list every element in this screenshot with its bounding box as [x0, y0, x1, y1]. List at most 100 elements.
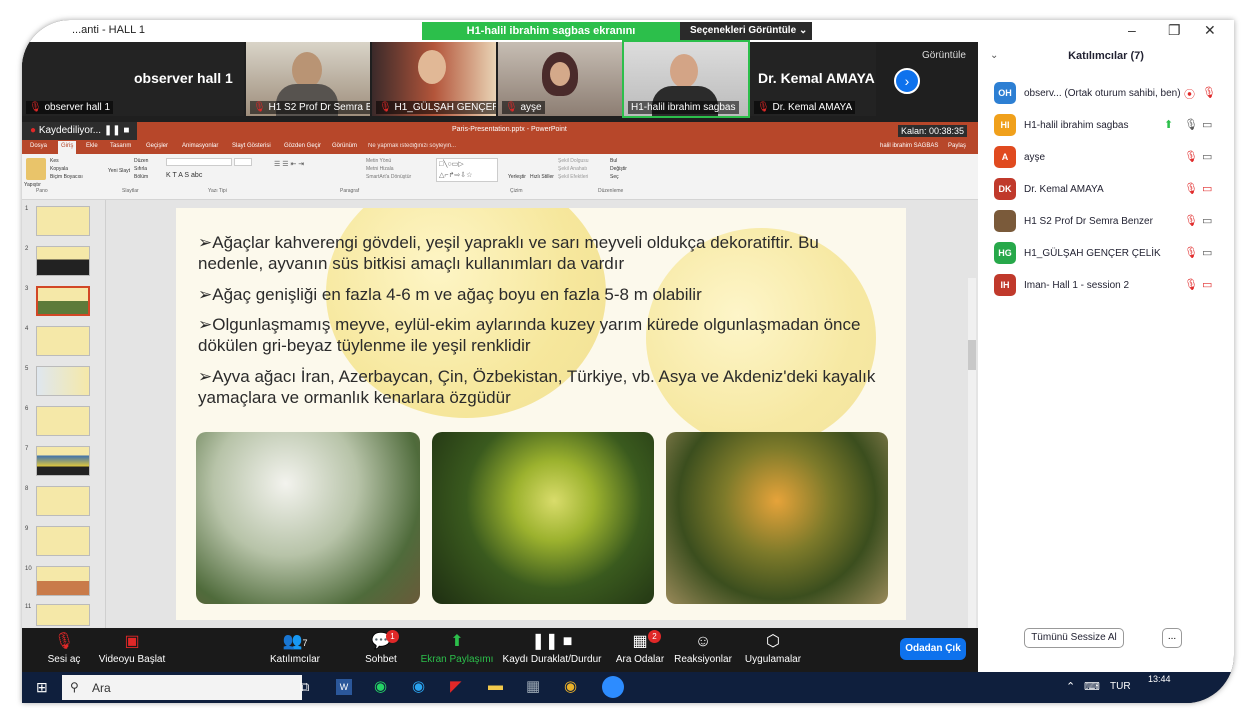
- calculator-icon[interactable]: ▦: [526, 677, 540, 695]
- slide-thumbnail[interactable]: [36, 406, 90, 436]
- cut-label[interactable]: Kes: [50, 158, 59, 164]
- slide-thumbnail-selected[interactable]: [36, 286, 90, 316]
- find-label[interactable]: Bul: [610, 158, 617, 164]
- text-direction-label[interactable]: Metin Yönü: [366, 158, 391, 164]
- minimize-icon[interactable]: –: [1128, 22, 1136, 38]
- video-tile[interactable]: 🎙 ayşe: [498, 42, 622, 116]
- slide-thumbnail[interactable]: [36, 246, 90, 276]
- mic-muted-icon[interactable]: 🎙: [1184, 278, 1198, 291]
- video-tile[interactable]: 🎙 H1_GÜLŞAH GENÇER ...: [372, 42, 496, 116]
- share-link[interactable]: Paylaş: [948, 143, 966, 149]
- tab-slayt-gosterisi[interactable]: Slayt Gösterisi: [232, 143, 271, 149]
- tab-gozden-gecir[interactable]: Gözden Geçir: [284, 143, 321, 149]
- pdf-reader-icon[interactable]: ◤: [450, 677, 462, 695]
- tab-giris[interactable]: Giriş: [58, 141, 77, 154]
- participants-button[interactable]: 👥7 Katılımcılar: [260, 628, 330, 672]
- more-options-button[interactable]: ...: [1162, 628, 1182, 648]
- pause-recording-button[interactable]: ❚❚ ■ Kaydı Duraklat/Durdur: [500, 628, 604, 672]
- mic-muted-icon[interactable]: 🎙: [1184, 246, 1198, 259]
- next-page-button[interactable]: ›: [894, 68, 920, 94]
- search-hint[interactable]: Ne yapmak istediğinizi söyleyin...: [368, 143, 456, 149]
- smartart-label[interactable]: SmartArt'a Dönüştür: [366, 174, 411, 180]
- mic-muted-icon[interactable]: 🎙: [1184, 150, 1198, 163]
- telegram-icon[interactable]: ◉: [412, 677, 425, 695]
- slide-thumbnail[interactable]: [36, 446, 90, 476]
- participant-row[interactable]: A ayşe 🎙 ▭: [994, 146, 1226, 170]
- word-icon[interactable]: W: [336, 679, 352, 695]
- leave-meeting-button[interactable]: Odadan Çık: [900, 638, 966, 660]
- shape-outline-label[interactable]: Şekil Anahatı: [558, 166, 587, 172]
- participant-row[interactable]: DK Dr. Kemal AMAYA 🎙 ▭: [994, 178, 1226, 202]
- list-buttons[interactable]: ☰ ☰ ⇤ ⇥: [274, 160, 304, 168]
- apps-button[interactable]: ⬡ Uygulamalar: [740, 628, 806, 672]
- shapes-gallery[interactable]: □╲○▭▷ △⌐↱⇨⇩☆: [436, 158, 498, 182]
- tab-animasyonlar[interactable]: Animasyonlar: [182, 143, 218, 149]
- keyboard-icon[interactable]: ⌨: [1084, 680, 1100, 693]
- select-label[interactable]: Seç: [610, 174, 619, 180]
- replace-label[interactable]: Değiştir: [610, 166, 627, 172]
- start-video-button[interactable]: ▣ Videoyu Başlat: [94, 628, 170, 672]
- participant-row[interactable]: H1 S2 Prof Dr Semra Benzer 🎙 ▭: [994, 210, 1226, 234]
- reactions-button[interactable]: ☺ Reaksiyonlar: [672, 628, 734, 672]
- new-slide-label[interactable]: Yeni Slayt: [108, 168, 130, 174]
- slide-thumbnail[interactable]: [36, 566, 90, 596]
- video-tile[interactable]: Dr. Kemal AMAYA 🎙 Dr. Kemal AMAYA: [750, 42, 876, 116]
- current-slide[interactable]: ➢Ağaçlar kahverengi gövdeli, yeşil yapra…: [176, 208, 906, 620]
- clock[interactable]: 13:44: [1148, 674, 1171, 684]
- shape-effects-label[interactable]: Şekil Efektleri: [558, 174, 588, 180]
- layout-label[interactable]: Düzen: [134, 158, 148, 164]
- restore-icon[interactable]: ❐: [1168, 22, 1181, 39]
- chat-button[interactable]: 💬 1 Sohbet: [356, 628, 406, 672]
- tab-dosya[interactable]: Dosya: [30, 143, 47, 149]
- mic-muted-icon[interactable]: 🎙: [1184, 182, 1198, 195]
- unmute-button[interactable]: 🎙 Sesi aç: [36, 628, 92, 672]
- tab-tasarim[interactable]: Tasarım: [110, 143, 131, 149]
- tab-gorunum[interactable]: Görünüm: [332, 143, 357, 149]
- tray-chevron-icon[interactable]: ⌃: [1066, 680, 1075, 693]
- share-screen-button[interactable]: ⬆ Ekran Paylaşımı: [420, 628, 494, 672]
- mic-muted-icon[interactable]: 🎙: [1202, 86, 1216, 99]
- video-off-icon[interactable]: ▭: [1202, 278, 1212, 291]
- participant-row[interactable]: HI H1-halil ibrahim sagbas ⬆ 🎙 ▭: [994, 114, 1226, 138]
- slide-thumbnail[interactable]: [36, 326, 90, 356]
- task-view-icon[interactable]: ⧉: [300, 679, 309, 695]
- mic-icon[interactable]: 🎙: [1184, 118, 1198, 131]
- pause-icon[interactable]: ❚❚: [104, 125, 121, 136]
- stop-icon[interactable]: ■: [123, 125, 129, 136]
- reset-label[interactable]: Sıfırla: [134, 166, 147, 172]
- video-tile-active[interactable]: H1-halil ibrahim sagbas: [622, 40, 750, 118]
- format-painter-label[interactable]: Biçim Boyacısı: [50, 174, 83, 180]
- mute-all-button[interactable]: Tümünü Sessize Al: [1024, 628, 1124, 648]
- video-icon[interactable]: ▭: [1202, 150, 1212, 163]
- video-off-icon[interactable]: ▭: [1202, 182, 1212, 195]
- slide-thumbnail[interactable]: [36, 486, 90, 516]
- slide-thumbnail[interactable]: [36, 206, 90, 236]
- font-size-box[interactable]: [234, 158, 252, 166]
- slide-thumbnail[interactable]: [36, 526, 90, 556]
- font-style-buttons[interactable]: K T A S abc: [166, 172, 202, 179]
- video-icon[interactable]: ▭: [1202, 246, 1212, 259]
- participant-row[interactable]: IH Iman- Hall 1 - session 2 🎙 ▭: [994, 274, 1226, 298]
- file-explorer-icon[interactable]: ▬: [488, 677, 503, 694]
- taskbar-search-box[interactable]: ⚲ Ara: [62, 675, 302, 700]
- slide-thumbnail[interactable]: [36, 366, 90, 396]
- tab-ekle[interactable]: Ekle: [86, 143, 98, 149]
- video-tile[interactable]: 🎙 H1 S2 Prof Dr Semra B...: [246, 42, 370, 116]
- shape-fill-label[interactable]: Şekil Dolgusu: [558, 158, 589, 164]
- video-icon[interactable]: ▭: [1202, 118, 1212, 131]
- participant-row[interactable]: OH observ... (Ortak oturum sahibi, ben) …: [994, 82, 1226, 106]
- language-indicator[interactable]: TUR: [1110, 681, 1131, 692]
- scrollbar-thumb[interactable]: [968, 340, 976, 370]
- section-label[interactable]: Bölüm: [134, 174, 148, 180]
- slide-thumbnail[interactable]: [36, 604, 90, 626]
- align-text-label[interactable]: Metni Hizala: [366, 166, 394, 172]
- copy-label[interactable]: Kopyala: [50, 166, 68, 172]
- zoom-app-icon[interactable]: [602, 676, 624, 698]
- close-icon[interactable]: ✕: [1204, 22, 1216, 39]
- whatsapp-icon[interactable]: ◉: [374, 677, 387, 695]
- arrange-label[interactable]: Yerleştir: [508, 174, 526, 180]
- video-tile[interactable]: observer hall 1 🎙 observer hall 1: [22, 42, 244, 116]
- video-icon[interactable]: ▭: [1202, 214, 1212, 227]
- font-name-box[interactable]: [166, 158, 232, 166]
- mic-muted-icon[interactable]: 🎙: [1184, 214, 1198, 227]
